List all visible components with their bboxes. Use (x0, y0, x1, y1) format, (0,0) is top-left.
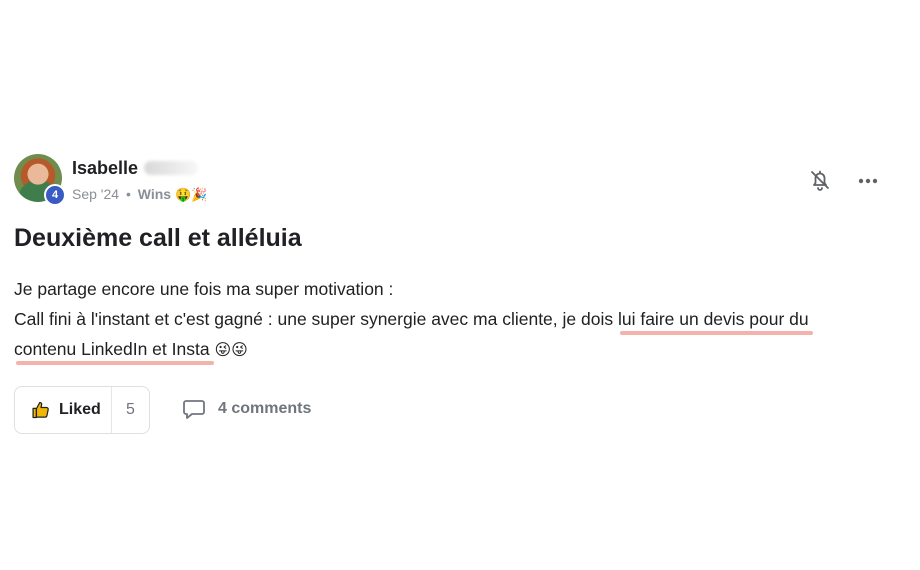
more-horizontal-icon[interactable] (856, 170, 880, 192)
body-line-2-text: Call fini à l'instant et c'est gagné : u… (14, 309, 618, 329)
body-line-1: Je partage encore une fois ma super moti… (14, 279, 394, 299)
level-badge: 4 (44, 184, 66, 206)
post-meta: Sep '24 • Wins 🤑🎉 (72, 186, 207, 203)
comment-icon (183, 400, 205, 419)
like-toggle[interactable]: Liked (15, 387, 111, 433)
author-name[interactable]: Isabelle (72, 158, 138, 178)
winking-emoji: 😜😜 (214, 340, 248, 359)
author-name-row[interactable]: Isabelle (72, 158, 199, 179)
post-title[interactable]: Deuxième call et alléluia (14, 224, 302, 253)
like-count[interactable]: 5 (112, 387, 149, 433)
comments-label: 4 comments (218, 400, 312, 417)
thumbs-up-icon (32, 401, 49, 419)
highlighted-text-1: lui faire un devis pour du (617, 309, 809, 329)
bell-off-icon[interactable] (808, 168, 832, 192)
post-category[interactable]: Wins (138, 186, 171, 202)
like-label: Liked (59, 401, 101, 418)
body-line-2: Call fini à l'instant et c'est gagné : u… (14, 304, 904, 334)
highlighted-text-2: contenu LinkedIn et Insta (14, 339, 210, 359)
body-line-3: contenu LinkedIn et Insta 😜😜 (14, 334, 904, 365)
like-button[interactable]: Liked 5 (14, 386, 150, 434)
post-card: 4 Isabelle Sep '24 • Wins 🤑🎉 Deuxième ca… (0, 0, 920, 570)
post-date[interactable]: Sep '24 (72, 186, 119, 202)
category-emoji: 🤑🎉 (174, 188, 208, 203)
author-avatar-wrap[interactable]: 4 (14, 154, 66, 206)
meta-separator: • (125, 186, 131, 202)
comments-link[interactable]: 4 comments (182, 398, 311, 420)
post-body: Je partage encore une fois ma super moti… (14, 274, 904, 365)
redacted-surname (144, 161, 199, 175)
